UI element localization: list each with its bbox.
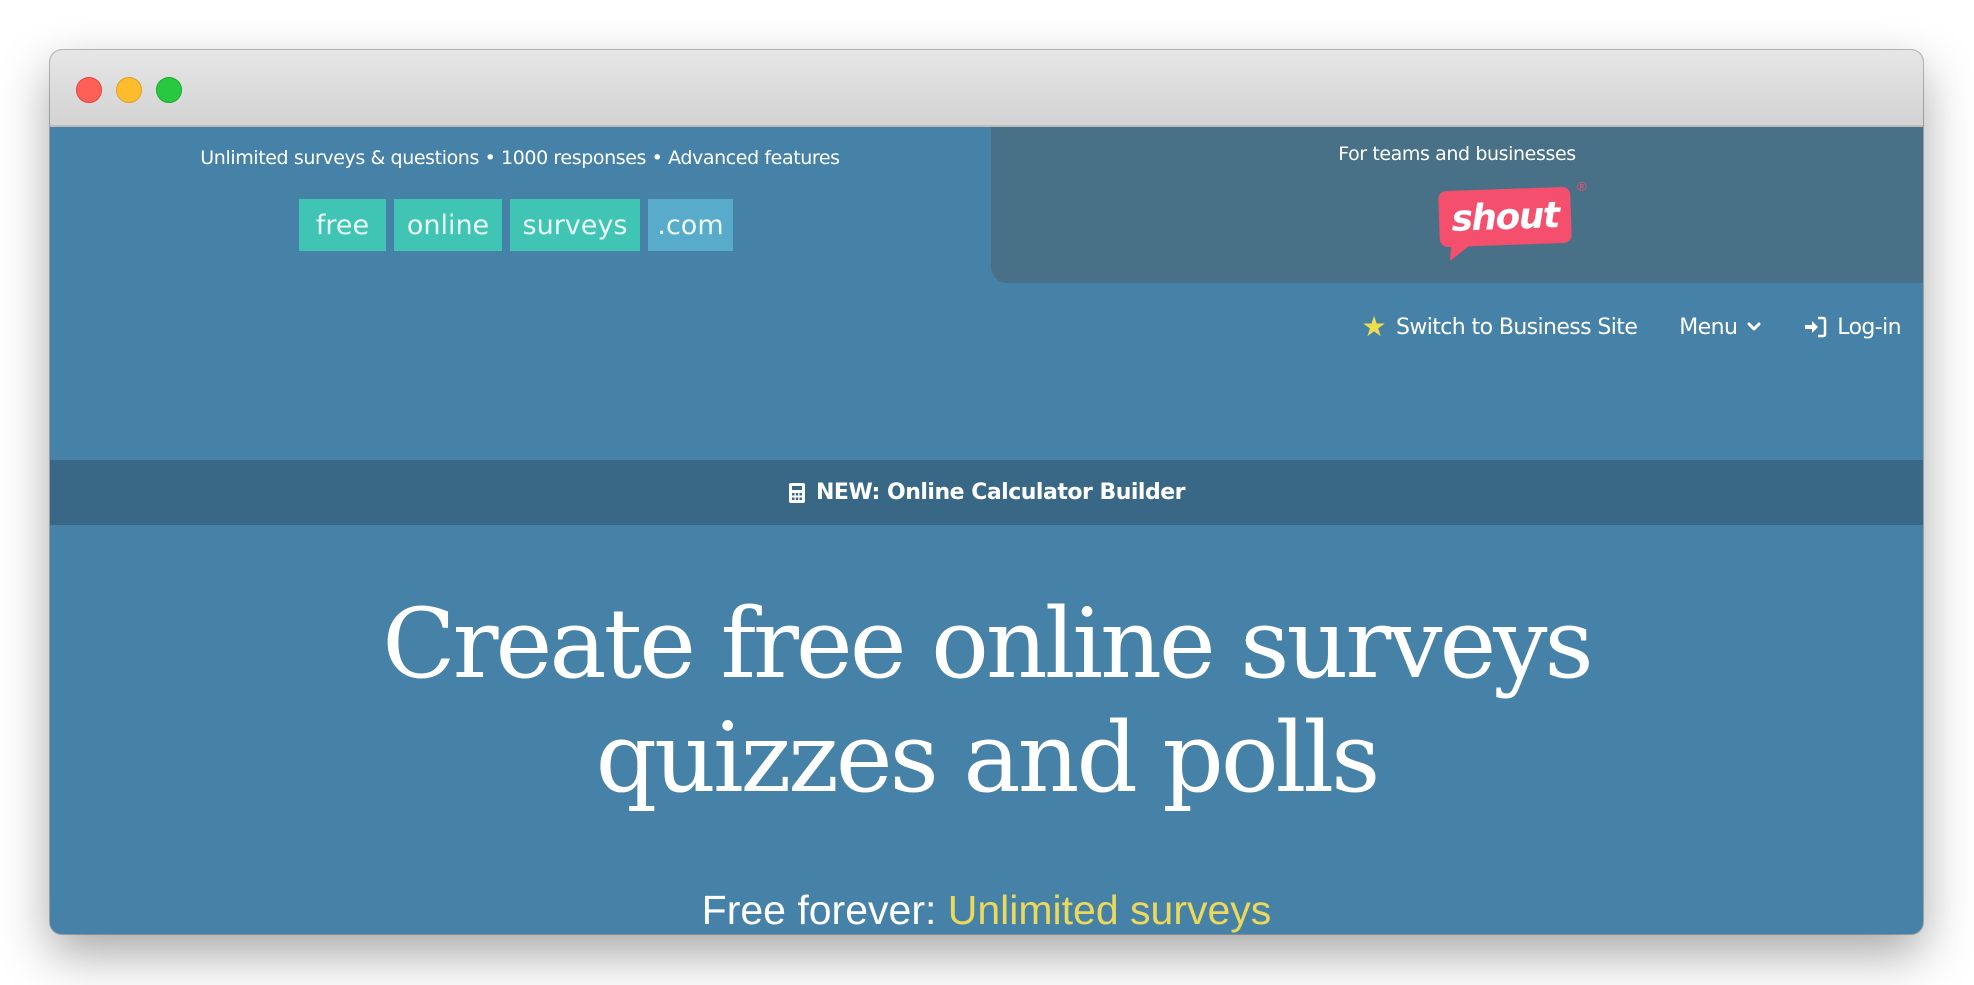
chevron-down-icon (1747, 322, 1761, 331)
announcement-bar[interactable]: NEW: Online Calculator Builder (50, 460, 1923, 525)
menu-label: Menu (1679, 314, 1738, 340)
minimize-window-button[interactable] (116, 77, 142, 103)
shout-logo[interactable]: shout ® (1438, 179, 1589, 261)
maximize-window-button[interactable] (156, 77, 182, 103)
title-bar (50, 50, 1923, 127)
logo-part-free: free (299, 199, 386, 251)
browser-window: Unlimited surveys & questions • 1000 res… (50, 50, 1923, 934)
star-icon: ★ (1361, 310, 1387, 343)
close-window-button[interactable] (76, 77, 102, 103)
hero-title-line-1: Create free online surveys (382, 588, 1594, 700)
hero-subtitle-prefix: Free forever: (701, 887, 948, 933)
shout-brand-text: shout (1450, 194, 1560, 240)
switch-to-business-link[interactable]: ★ Switch to Business Site (1362, 313, 1638, 341)
business-panel-text: For teams and businesses (1338, 143, 1576, 165)
main-nav: ★ Switch to Business Site Menu Log-in (1362, 313, 1902, 341)
switch-to-business-label: Switch to Business Site (1396, 314, 1638, 340)
business-panel[interactable]: For teams and businesses shout ® (991, 127, 1923, 283)
hero-title-line-2: quizzes and polls (595, 702, 1381, 814)
header-tagline: Unlimited surveys & questions • 1000 res… (200, 147, 840, 169)
announcement-label: NEW: Online Calculator Builder (816, 480, 1185, 505)
hero-subtitle: Free forever: Unlimited surveys (50, 887, 1923, 934)
calculator-icon (789, 482, 806, 503)
registered-mark: ® (1577, 179, 1587, 194)
logo-part-online: online (394, 199, 502, 251)
hero-title: Create free online surveys quizzes and p… (50, 587, 1923, 815)
login-link[interactable]: Log-in (1803, 314, 1902, 340)
logo-part-surveys: surveys (510, 199, 640, 251)
hero-subtitle-highlight: Unlimited surveys (947, 887, 1272, 933)
menu-dropdown[interactable]: Menu (1679, 315, 1761, 340)
logo-part-com: .com (648, 199, 733, 251)
site-logo[interactable]: free online surveys .com (299, 199, 733, 251)
page-content: Unlimited surveys & questions • 1000 res… (50, 127, 1923, 934)
login-label: Log-in (1837, 314, 1901, 340)
sign-in-icon (1805, 316, 1827, 338)
